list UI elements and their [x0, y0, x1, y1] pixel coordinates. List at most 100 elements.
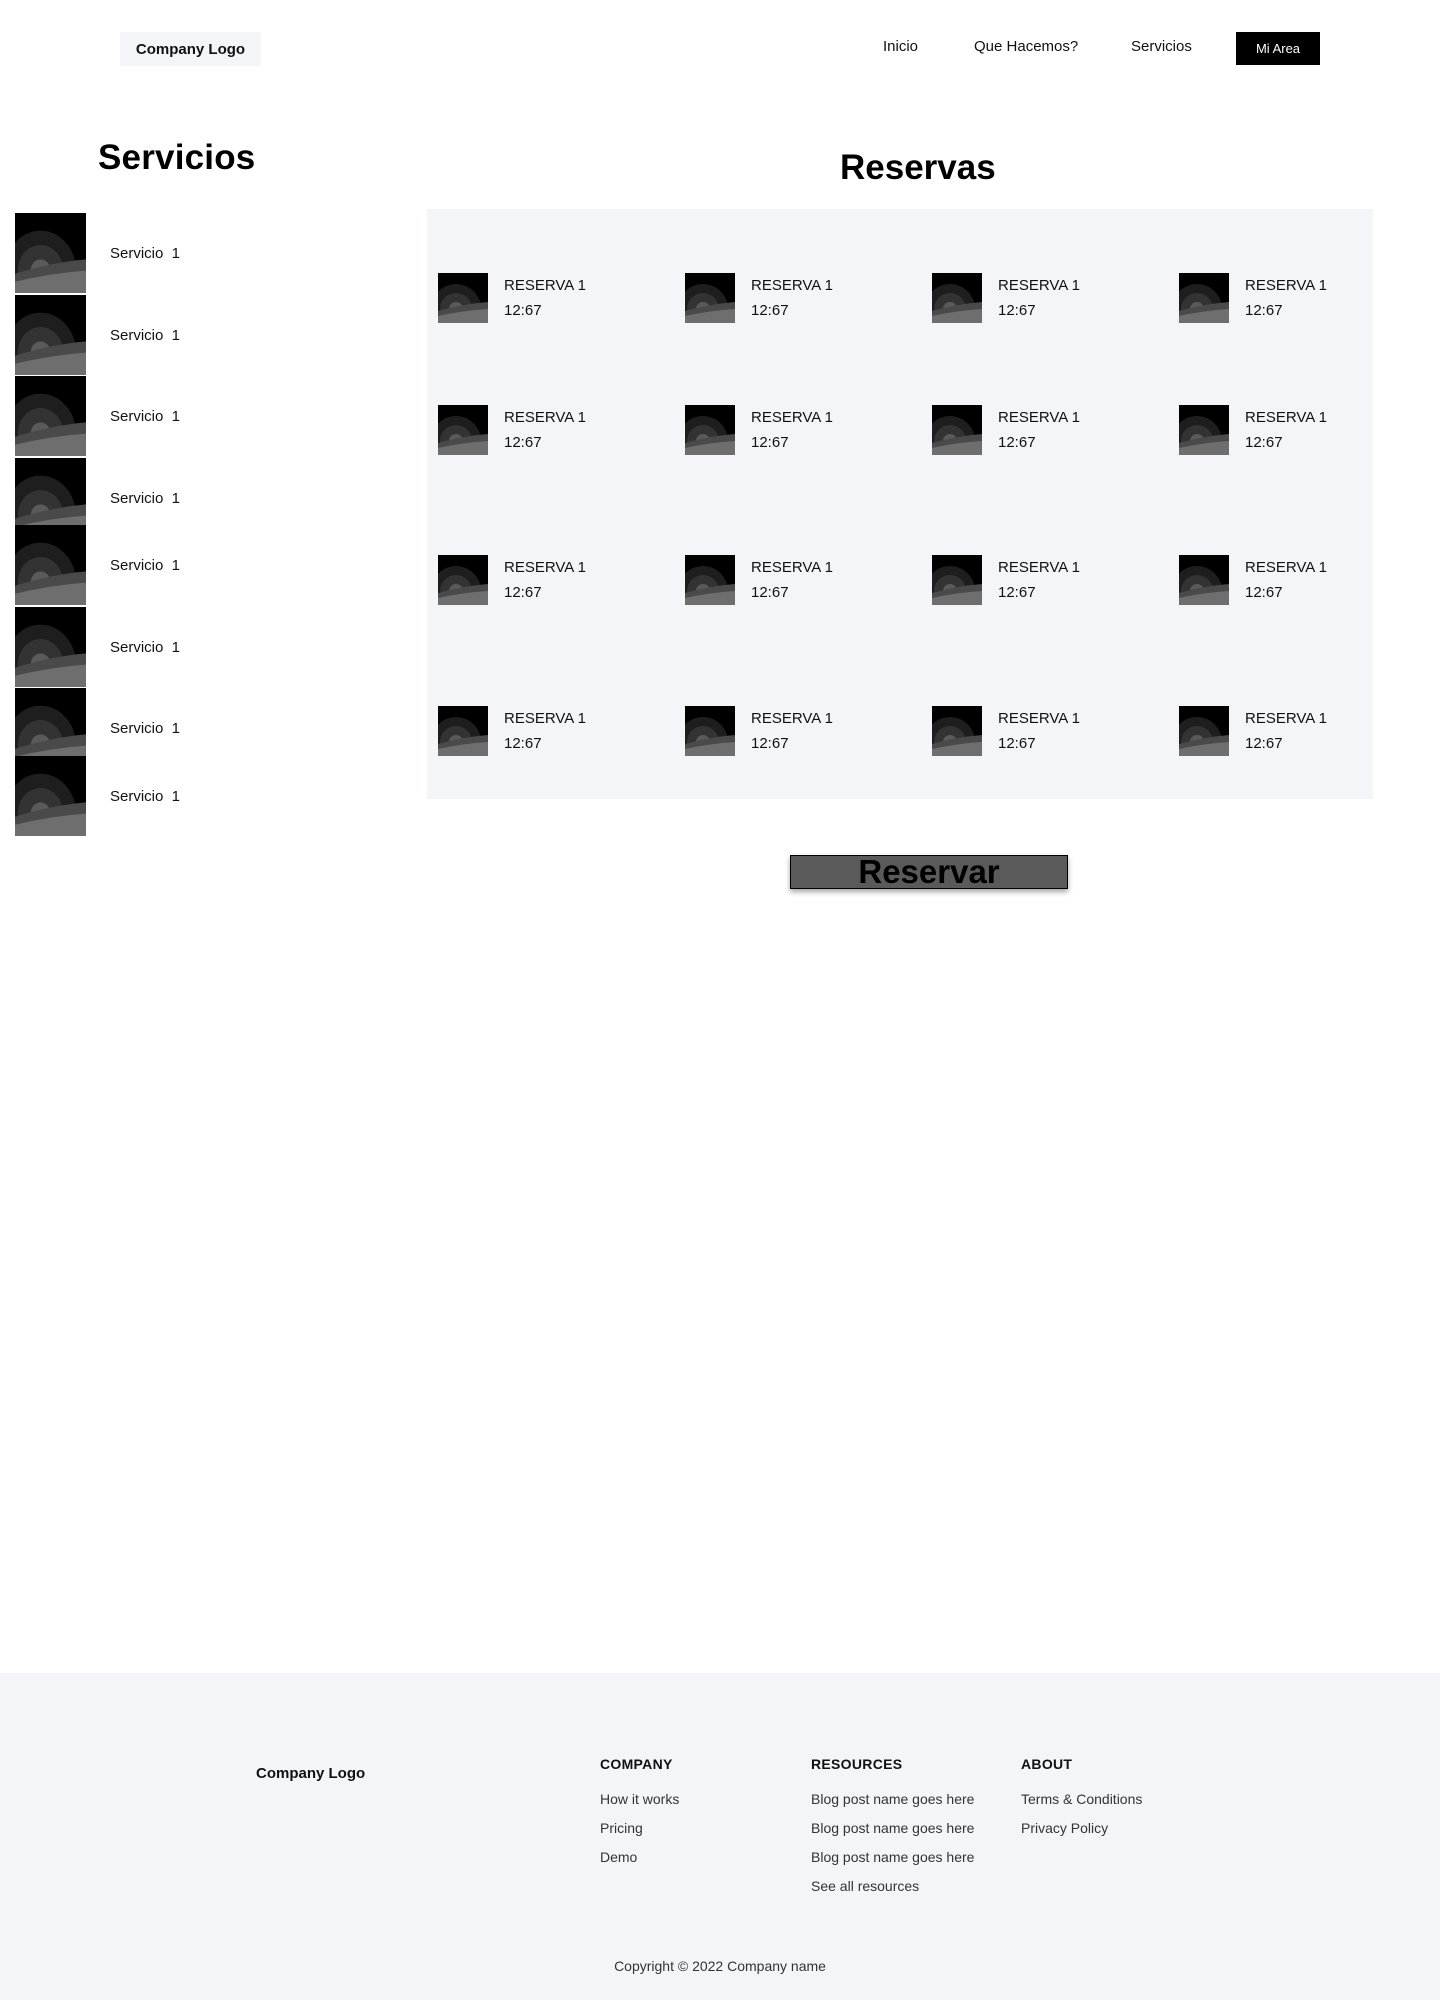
reserva-time: 12:67 [1245, 735, 1283, 752]
reserva-time: 12:67 [504, 302, 542, 319]
mi-area-button[interactable]: Mi Area [1236, 32, 1320, 65]
reserva-name: RESERVA 1 [504, 559, 586, 576]
footer-link-demo[interactable]: Demo [600, 1848, 679, 1877]
image-placeholder-icon [685, 555, 735, 605]
reserva-name: RESERVA 1 [998, 710, 1080, 727]
reserva-name: RESERVA 1 [998, 277, 1080, 294]
reserva-name: RESERVA 1 [751, 559, 833, 576]
reserva-time: 12:67 [1245, 302, 1283, 319]
service-label: Servicio 1 [110, 245, 181, 262]
service-item[interactable]: Servicio 1 [15, 295, 375, 375]
reserva-card[interactable]: RESERVA 1 12:67 [932, 405, 1152, 457]
reserva-name: RESERVA 1 [1245, 710, 1327, 727]
reservar-button[interactable]: Reservar [790, 853, 1068, 890]
image-placeholder-icon [1179, 706, 1229, 756]
image-placeholder-icon [15, 376, 86, 456]
reserva-name: RESERVA 1 [998, 559, 1080, 576]
reserva-card[interactable]: RESERVA 1 12:67 [932, 273, 1152, 325]
image-placeholder-icon [15, 756, 86, 836]
reserva-name: RESERVA 1 [504, 277, 586, 294]
reserva-name: RESERVA 1 [1245, 559, 1327, 576]
copyright: Copyright © 2022 Company name [614, 1958, 826, 1974]
footer-heading-company: COMPANY [600, 1756, 673, 1772]
service-label: Servicio 1 [110, 639, 181, 656]
service-item[interactable]: Servicio 1 [15, 525, 375, 605]
reserva-card[interactable]: RESERVA 1 12:67 [932, 706, 1152, 758]
company-logo[interactable]: Company Logo [120, 32, 261, 66]
reserva-name: RESERVA 1 [504, 710, 586, 727]
reserva-time: 12:67 [504, 584, 542, 601]
nav-inicio[interactable]: Inicio [883, 38, 918, 55]
image-placeholder-icon [15, 607, 86, 687]
image-placeholder-icon [15, 213, 86, 293]
reserva-card[interactable]: RESERVA 1 12:67 [438, 706, 658, 758]
service-label: Servicio 1 [110, 788, 181, 805]
reserva-name: RESERVA 1 [1245, 277, 1327, 294]
footer-link-blog-post[interactable]: Blog post name goes here [811, 1848, 974, 1877]
reserva-card[interactable]: RESERVA 1 12:67 [1179, 706, 1399, 758]
footer-link-privacy[interactable]: Privacy Policy [1021, 1819, 1142, 1848]
reserva-time: 12:67 [998, 735, 1036, 752]
reserva-card[interactable]: RESERVA 1 12:67 [932, 555, 1152, 607]
service-item[interactable]: Servicio 1 [15, 756, 375, 836]
reserva-time: 12:67 [751, 584, 789, 601]
footer-link-blog-post[interactable]: Blog post name goes here [811, 1819, 974, 1848]
reserva-card[interactable]: RESERVA 1 12:67 [1179, 405, 1399, 457]
reservas-grid: RESERVA 1 12:67 RESERVA 1 12:67 RESERVA … [427, 209, 1373, 799]
service-label: Servicio 1 [110, 490, 181, 507]
footer-link-see-all-resources[interactable]: See all resources [811, 1877, 974, 1906]
reserva-time: 12:67 [504, 735, 542, 752]
service-label: Servicio 1 [110, 408, 181, 425]
reserva-card[interactable]: RESERVA 1 12:67 [685, 273, 905, 325]
reserva-card[interactable]: RESERVA 1 12:67 [438, 555, 658, 607]
image-placeholder-icon [438, 706, 488, 756]
image-placeholder-icon [685, 706, 735, 756]
reserva-card[interactable]: RESERVA 1 12:67 [685, 555, 905, 607]
reserva-card[interactable]: RESERVA 1 12:67 [685, 405, 905, 457]
image-placeholder-icon [932, 706, 982, 756]
reserva-name: RESERVA 1 [751, 409, 833, 426]
reserva-card[interactable]: RESERVA 1 12:67 [438, 405, 658, 457]
service-item[interactable]: Servicio 1 [15, 213, 375, 293]
image-placeholder-icon [1179, 405, 1229, 455]
reserva-name: RESERVA 1 [504, 409, 586, 426]
service-item[interactable]: Servicio 1 [15, 376, 375, 456]
nav-que-hacemos[interactable]: Que Hacemos? [974, 38, 1078, 55]
image-placeholder-icon [685, 273, 735, 323]
footer-logo[interactable]: Company Logo [256, 1765, 365, 1782]
reserva-card[interactable]: RESERVA 1 12:67 [1179, 273, 1399, 325]
nav-servicios[interactable]: Servicios [1131, 38, 1192, 55]
image-placeholder-icon [1179, 273, 1229, 323]
reserva-time: 12:67 [751, 302, 789, 319]
footer-link-terms[interactable]: Terms & Conditions [1021, 1790, 1142, 1819]
image-placeholder-icon [15, 525, 86, 605]
reserva-card[interactable]: RESERVA 1 12:67 [1179, 555, 1399, 607]
image-placeholder-icon [932, 273, 982, 323]
service-item[interactable]: Servicio 1 [15, 607, 375, 687]
footer-heading-resources: RESOURCES [811, 1756, 903, 1772]
image-placeholder-icon [932, 555, 982, 605]
image-placeholder-icon [1179, 555, 1229, 605]
footer-column-about: ABOUT Terms & Conditions Privacy Policy [1021, 1756, 1142, 1848]
footer-link-pricing[interactable]: Pricing [600, 1819, 679, 1848]
footer-link-how-it-works[interactable]: How it works [600, 1790, 679, 1819]
image-placeholder-icon [685, 405, 735, 455]
reserva-name: RESERVA 1 [1245, 409, 1327, 426]
footer: Company Logo COMPANY How it works Pricin… [0, 1673, 1440, 2000]
service-label: Servicio 1 [110, 720, 181, 737]
reserva-time: 12:67 [751, 735, 789, 752]
reserva-time: 12:67 [751, 434, 789, 451]
reservas-title: Reservas [840, 148, 996, 187]
reserva-time: 12:67 [998, 584, 1036, 601]
servicios-title: Servicios [98, 138, 256, 177]
footer-column-company: COMPANY How it works Pricing Demo [600, 1756, 679, 1877]
footer-link-blog-post[interactable]: Blog post name goes here [811, 1790, 974, 1819]
service-label: Servicio 1 [110, 557, 181, 574]
footer-heading-about: ABOUT [1021, 1756, 1073, 1772]
reserva-card[interactable]: RESERVA 1 12:67 [438, 273, 658, 325]
reserva-time: 12:67 [998, 302, 1036, 319]
image-placeholder-icon [438, 555, 488, 605]
reserva-name: RESERVA 1 [998, 409, 1080, 426]
reserva-card[interactable]: RESERVA 1 12:67 [685, 706, 905, 758]
image-placeholder-icon [15, 295, 86, 375]
